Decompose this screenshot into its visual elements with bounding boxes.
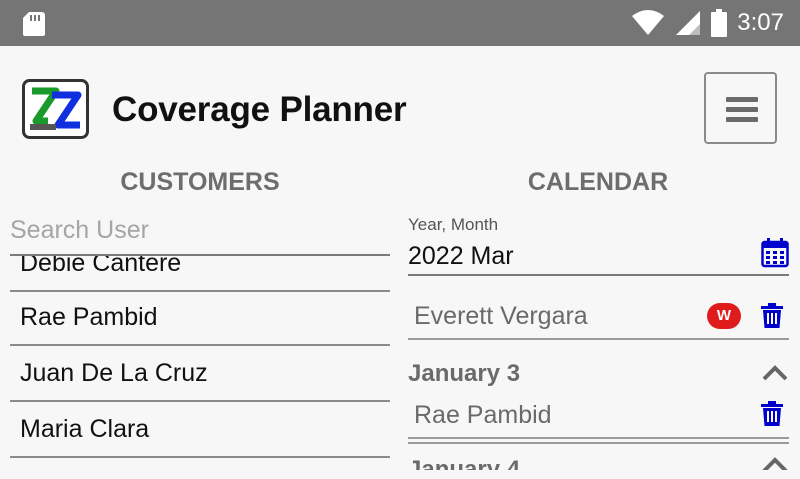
search-field[interactable] [10,210,390,256]
sd-card-icon [23,12,45,36]
wifi-icon [632,10,665,35]
signal-icon [676,11,701,35]
customer-name: Maria Clara [20,415,150,443]
customer-name: Juan De La Cruz [20,359,208,387]
customer-name: Debie Cantere [20,256,182,277]
w-badge: W [707,303,741,329]
entry-name: Rae Pambid [414,401,552,429]
list-item[interactable]: Juan De La Cruz [10,348,390,402]
day-header: January 3 [408,360,521,387]
trash-icon[interactable] [761,401,783,426]
calendar-entry[interactable]: Everett Vergara W [408,280,789,340]
customer-name: Rae Pambid [20,303,158,331]
chevron-up-icon[interactable] [761,364,789,382]
menu-button[interactable] [704,72,777,144]
trash-icon[interactable] [761,303,783,328]
year-month-value: 2022 Mar [408,242,514,270]
customers-heading: CUSTOMERS [120,168,280,196]
list-item[interactable]: Debie Cantere [10,256,390,292]
app-logo [22,79,89,139]
list-item[interactable]: Maria Clara [10,404,390,458]
customer-list[interactable]: Debie Cantere Rae Pambid Juan De La Cruz… [10,256,390,468]
calendar-heading: CALENDAR [527,168,669,196]
year-month-field[interactable]: 2022 Mar [408,238,789,276]
day-header: January 4 [408,456,521,470]
app-title: Coverage Planner [112,90,407,129]
calendar-list[interactable]: Everett Vergara W January 3 Rae Pambid J… [408,280,789,470]
calendar-entry[interactable]: Rae Pambid [408,388,789,439]
status-bar: 3:07 [0,0,800,46]
divider [408,442,789,444]
battery-icon [711,9,728,37]
app-bar: Coverage Planner [0,46,800,160]
calendar-icon[interactable] [761,238,789,268]
year-month-label: Year, Month [408,215,499,234]
list-item[interactable]: Rae Pambid [10,292,390,346]
clock: 3:07 [737,9,784,36]
chevron-up-icon[interactable] [761,456,789,470]
search-input[interactable] [10,210,390,250]
entry-name: Everett Vergara [414,302,588,330]
